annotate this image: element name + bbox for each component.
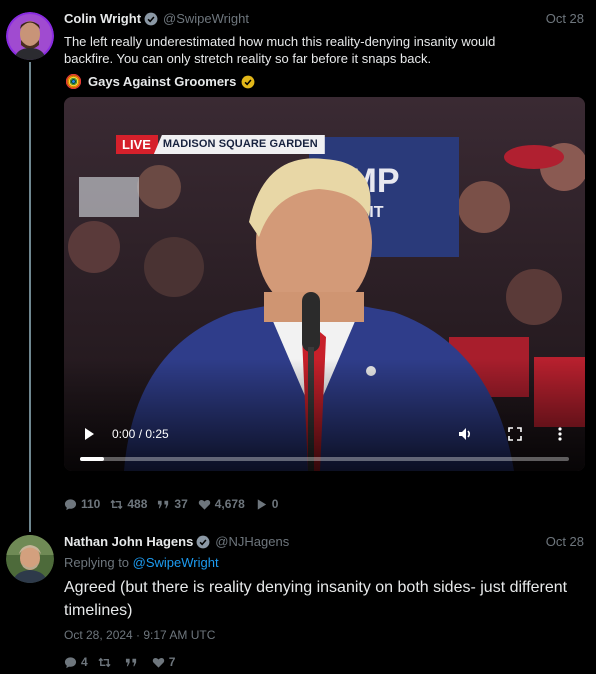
fullscreen-icon[interactable] — [508, 427, 522, 441]
verified-gold-icon — [241, 75, 255, 88]
like-count[interactable]: 7 — [152, 655, 175, 669]
video-progress-bar[interactable] — [80, 457, 569, 461]
tweet1-header: Colin Wright @SwipeWright — [64, 11, 249, 26]
reply-icon — [64, 498, 77, 510]
verified-icon — [144, 12, 158, 25]
avatar-colin-wright[interactable] — [6, 12, 54, 60]
live-location: MADISON SQUARE GARDEN — [153, 135, 325, 154]
views-icon — [257, 498, 266, 510]
like-icon — [198, 499, 210, 510]
view-count[interactable]: 0 — [255, 497, 278, 511]
video-time: 0:00 / 0:25 — [112, 427, 169, 441]
thread-connector-line — [29, 62, 31, 532]
quoted-account[interactable]: Gays Against Groomers — [66, 74, 255, 89]
play-icon[interactable] — [82, 427, 96, 441]
retweet-count[interactable]: 488 — [110, 497, 147, 511]
avatar-nathan-hagens[interactable] — [6, 535, 54, 583]
tweet2-header: Nathan John Hagens @NJHagens — [64, 534, 289, 549]
volume-icon[interactable] — [457, 426, 473, 442]
author-name[interactable]: Nathan John Hagens — [64, 534, 193, 549]
reply-icon — [64, 656, 77, 668]
verified-icon — [196, 535, 210, 548]
replying-to: Replying to @SwipeWright — [64, 555, 219, 570]
tweet1-date[interactable]: Oct 28 — [546, 11, 584, 26]
tweet2-stats: 4 7 — [64, 655, 185, 669]
tweet2-date[interactable]: Oct 28 — [546, 534, 584, 549]
reply-count[interactable]: 4 — [64, 655, 88, 669]
like-count[interactable]: 4,678 — [198, 497, 245, 511]
live-banner: LIVE MADISON SQUARE GARDEN — [116, 135, 325, 154]
more-icon[interactable] — [554, 426, 566, 442]
rainbow-icon — [66, 74, 81, 89]
tweet1-stats: 110 488 37 4,678 0 — [64, 497, 288, 511]
retweet-count[interactable] — [98, 656, 115, 669]
retweet-icon — [110, 499, 123, 509]
tweet1-text: The left really underestimated how much … — [64, 34, 496, 66]
quote-count[interactable] — [125, 656, 142, 669]
reply-count[interactable]: 110 — [64, 497, 100, 511]
author-handle[interactable]: @SwipeWright — [163, 11, 249, 26]
author-handle[interactable]: @NJHagens — [215, 534, 289, 549]
video-progress-fill — [80, 457, 105, 461]
video-player[interactable]: UMP L FIX IT LIVE MADISON SQUARE GARDEN … — [64, 97, 585, 471]
quote-count[interactable]: 37 — [157, 497, 188, 511]
retweet-icon — [98, 657, 111, 667]
author-name[interactable]: Colin Wright — [64, 11, 141, 26]
tweet2-text: Agreed (but there is reality denying ins… — [64, 579, 568, 619]
quote-icon — [158, 500, 169, 508]
quote-icon — [125, 658, 136, 666]
live-label: LIVE — [116, 135, 158, 154]
replying-to-handle[interactable]: @SwipeWright — [133, 555, 219, 570]
quoted-account-name: Gays Against Groomers — [88, 74, 237, 89]
tweet2-timestamp[interactable]: Oct 28, 2024 · 9:17 AM UTC — [64, 628, 215, 642]
like-icon — [152, 657, 164, 668]
